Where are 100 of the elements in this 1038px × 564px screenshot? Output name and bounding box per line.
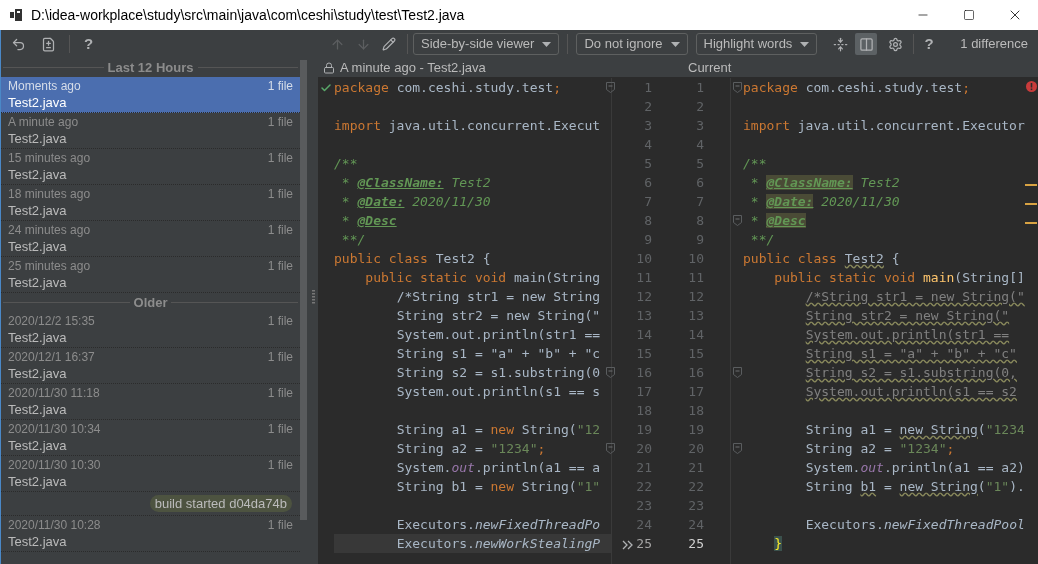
caret-icon [542, 41, 552, 47]
file-name: Test2.java [8, 94, 68, 111]
line-number: 9 [644, 231, 652, 249]
code-line: String s2 = s1.substring(0, [804, 364, 1017, 382]
collapse-icon [832, 36, 848, 52]
line-number: 21 [636, 459, 652, 477]
file-count: 1 file [267, 517, 293, 533]
file-count: 1 file [267, 385, 293, 401]
maximize-icon [963, 9, 975, 21]
line-number: 2 [644, 98, 652, 116]
file-count: 1 file [267, 313, 293, 329]
code-line: /*String str1 = new String(" [804, 288, 1025, 306]
columns-icon [858, 36, 874, 52]
window-title: D:\idea-workplace\study\src\main\java\com\ceshi\study\test\Test2.java [31, 5, 465, 25]
file-name: Test2.java [8, 274, 68, 291]
line-number: 17 [688, 383, 704, 401]
fold-icon [732, 82, 742, 93]
file-diff-icon [40, 36, 56, 52]
code-line: System.out.println(str1 == [395, 326, 601, 344]
revert-button[interactable] [10, 36, 26, 52]
code-line: System.out.println(a1 == a2) [804, 459, 1025, 477]
line-number: 17 [636, 383, 652, 401]
dropdown[interactable]: Highlight words [695, 33, 818, 55]
sync-scroll-toggle[interactable] [855, 33, 878, 55]
code-line: /** [743, 155, 767, 173]
change-marker [1025, 203, 1037, 205]
line-number: 21 [688, 459, 704, 477]
build-label: build started d04da74b [149, 495, 292, 512]
caret-icon [800, 41, 810, 47]
dropdown[interactable]: Do not ignore [576, 33, 688, 55]
difference-count: 1 difference [960, 35, 1028, 54]
code-line: * @Desc [340, 212, 397, 230]
code-line: **/ [749, 231, 775, 249]
line-number: 11 [688, 269, 704, 287]
line-number: 7 [696, 193, 704, 211]
code-line: * @Desc [749, 212, 806, 230]
code-line: String s1 = "a" + "b" + "c [395, 345, 601, 363]
history-entry[interactable]: Moments ago 1 file Test2.java [1, 77, 300, 113]
code-line: **/ [340, 231, 366, 249]
diff-file-button[interactable] [40, 36, 56, 52]
code-line: package com.ceshi.study.test; [334, 79, 561, 97]
line-number: 2 [696, 98, 704, 116]
line-number: 20 [636, 440, 652, 458]
file-count: 1 file [267, 150, 293, 166]
line-number: 4 [644, 136, 652, 154]
file-count: 1 file [267, 222, 293, 238]
entry-time: 2020/12/1 16:37 [8, 349, 95, 365]
code-line: Executors.newFixedThreadPo [395, 516, 601, 534]
line-number: 1 [644, 79, 652, 97]
line-number: 5 [644, 155, 652, 173]
line-number: 14 [636, 326, 652, 344]
code-line: public static void main(String [364, 269, 601, 287]
line-number: 18 [636, 402, 652, 420]
code-line: String a2 = "1234"; [395, 440, 546, 458]
code-line: import java.util.concurrent.Executor [743, 117, 1025, 135]
file-count: 1 file [267, 78, 293, 94]
help-button[interactable]: ? [920, 32, 938, 56]
code-line: System.out.println(str1 == [804, 326, 1010, 344]
code-line: Executors.newFixedThreadPool [804, 516, 1025, 534]
fold-icon [732, 443, 742, 454]
code-line: String str2 = new String(" [395, 307, 601, 325]
code-line: System.out.println(s1 == s2 [804, 383, 1017, 401]
editor-title: Current [688, 58, 732, 77]
code-line: String a2 = "1234"; [804, 440, 955, 458]
entry-time: 2020/11/30 10:28 [8, 517, 101, 533]
line-number: 6 [644, 174, 652, 192]
line-number: 24 [636, 516, 652, 534]
line-number: 1 [696, 79, 704, 97]
entry-time: 2020/12/2 15:35 [8, 313, 95, 329]
undo-icon [10, 36, 26, 52]
code-line: System.out.println(s1 == s [395, 383, 601, 401]
line-number: 4 [696, 136, 704, 154]
file-name: Test2.java [8, 202, 68, 219]
file-count: 1 file [267, 349, 293, 365]
help-button[interactable]: ? [80, 32, 98, 56]
entry-time: 18 minutes ago [8, 186, 91, 202]
section-header: Last 12 Hours [106, 58, 195, 77]
code-line: * @Date: 2020/11/30 [340, 193, 491, 211]
code-line: public static void main(String[] [773, 269, 1025, 287]
code-line: System.out.println(a1 == a [395, 459, 601, 477]
code-line: String b1 = new String("1" [395, 478, 601, 496]
line-number: 6 [696, 174, 704, 192]
line-number: 12 [688, 288, 704, 306]
dropdown[interactable]: Side-by-side viewer [413, 33, 560, 55]
entry-time: 2020/11/30 10:34 [8, 421, 101, 437]
line-number: 10 [688, 250, 704, 268]
entry-time: Moments ago [8, 78, 81, 94]
file-count: 1 file [267, 421, 293, 437]
entry-time: A minute ago [8, 114, 79, 130]
code-line: * @ClassName: Test2 [340, 174, 491, 192]
splitter-handle[interactable] [311, 290, 315, 304]
change-marker [1025, 222, 1037, 224]
line-number: 16 [636, 364, 652, 382]
line-number: 3 [696, 117, 704, 135]
line-number: 15 [636, 345, 652, 363]
settings-icon [887, 36, 903, 52]
line-number: 3 [644, 117, 652, 135]
scrollbar-thumb[interactable] [300, 60, 307, 520]
caret-icon [670, 41, 680, 47]
apply-change-icon[interactable] [622, 540, 634, 550]
